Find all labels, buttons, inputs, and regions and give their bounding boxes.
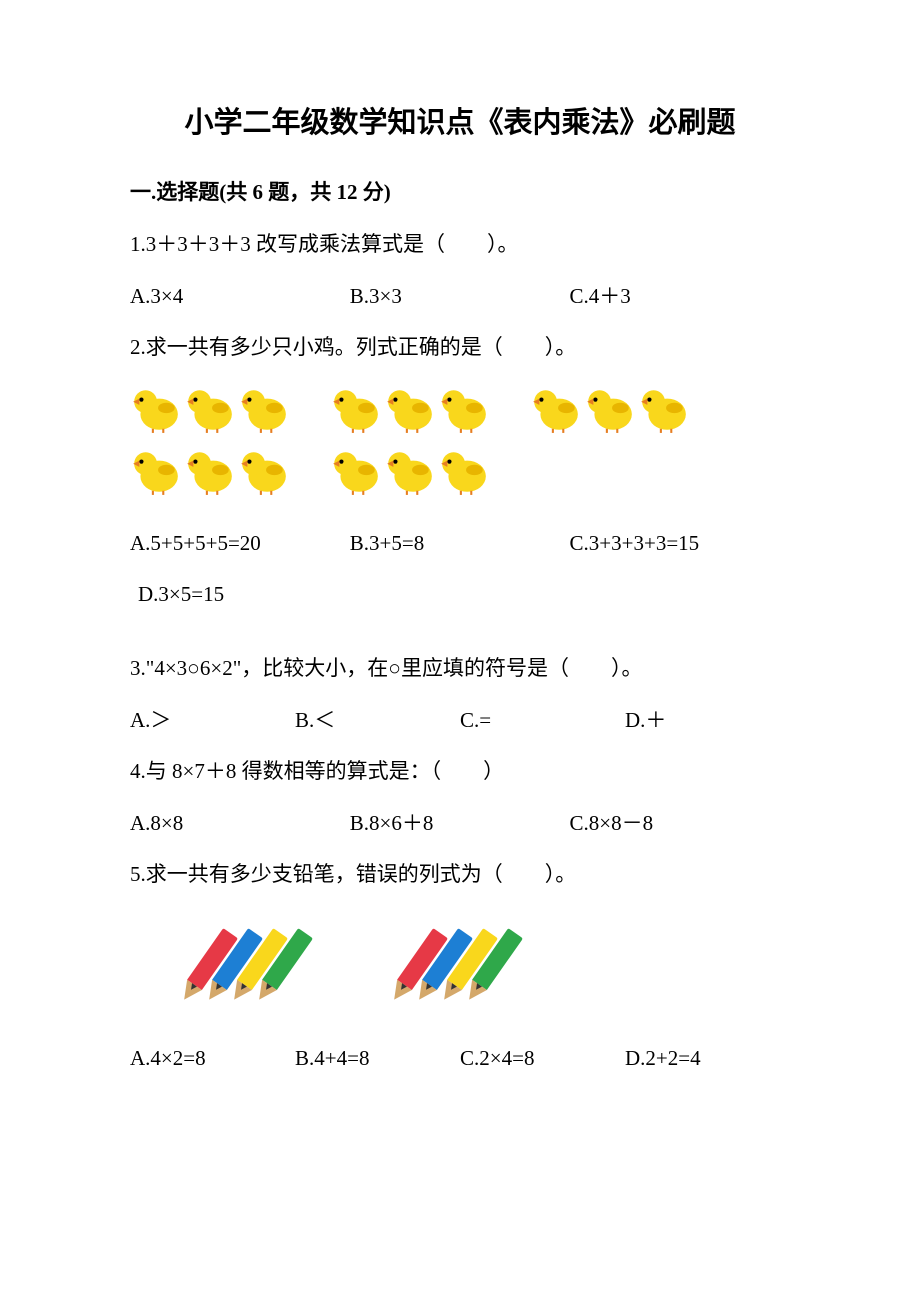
chick-group — [530, 383, 690, 435]
chick-icon — [238, 383, 290, 435]
chick-icon — [330, 445, 382, 497]
chicks-illustration — [130, 383, 790, 497]
pencil-group — [150, 917, 300, 1007]
pencil-group — [360, 917, 510, 1007]
q3-option-d: D.＋ — [625, 704, 790, 738]
question-1-text: 1.3＋3＋3＋3 改写成乘法算式是（ ）。 — [130, 228, 790, 262]
question-2-text: 2.求一共有多少只小鸡。列式正确的是（ ）。 — [130, 331, 790, 365]
q2-option-a: A.5+5+5+5=20 — [130, 527, 350, 561]
question-4-options: A.8×8 B.8×6＋8 C.8×8－8 — [130, 807, 790, 841]
chick-icon — [530, 383, 582, 435]
q3-option-b: B.＜ — [295, 704, 460, 738]
q5-option-d: D.2+2=4 — [625, 1042, 790, 1076]
chick-icon — [438, 445, 490, 497]
chick-group — [330, 445, 490, 497]
question-3-options: A.＞ B.＜ C.= D.＋ — [130, 704, 790, 738]
q4-option-a: A.8×8 — [130, 807, 350, 841]
chick-icon — [130, 445, 182, 497]
chick-group — [330, 383, 490, 435]
q2-option-b: B.3+5=8 — [350, 527, 570, 561]
chick-icon — [330, 383, 382, 435]
q1-option-b: B.3×3 — [350, 280, 570, 314]
q3-option-c: C.= — [460, 704, 625, 738]
q2-option-c: C.3+3+3+3=15 — [570, 527, 790, 561]
chick-icon — [184, 383, 236, 435]
chick-group — [130, 383, 290, 435]
chick-icon — [184, 445, 236, 497]
chick-icon — [130, 383, 182, 435]
chick-icon — [384, 383, 436, 435]
chick-group — [130, 445, 290, 497]
q1-option-c: C.4＋3 — [570, 280, 790, 314]
q1-option-a: A.3×4 — [130, 280, 350, 314]
question-4-text: 4.与 8×7＋8 得数相等的算式是：（ ） — [130, 755, 790, 789]
q5-option-a: A.4×2=8 — [130, 1042, 295, 1076]
section-header: 一.选择题(共 6 题，共 12 分) — [130, 176, 790, 210]
question-2-options-abc: A.5+5+5+5=20 B.3+5=8 C.3+3+3+3=15 — [130, 527, 790, 561]
q5-option-b: B.4+4=8 — [295, 1042, 460, 1076]
chick-icon — [638, 383, 690, 435]
q4-option-b: B.8×6＋8 — [350, 807, 570, 841]
q2-option-d: D.3×5=15 — [130, 578, 790, 612]
question-3-text: 3."4×3○6×2"，比较大小，在○里应填的符号是（ ）。 — [130, 652, 790, 686]
q4-option-c: C.8×8－8 — [570, 807, 790, 841]
chick-icon — [238, 445, 290, 497]
question-5-options: A.4×2=8 B.4+4=8 C.2×4=8 D.2+2=4 — [130, 1042, 790, 1076]
question-1-options: A.3×4 B.3×3 C.4＋3 — [130, 280, 790, 314]
pencils-illustration — [150, 917, 790, 1007]
chick-icon — [384, 445, 436, 497]
question-5-text: 5.求一共有多少支铅笔，错误的列式为（ ）。 — [130, 858, 790, 892]
chick-icon — [584, 383, 636, 435]
q3-option-a: A.＞ — [130, 704, 295, 738]
page-title: 小学二年级数学知识点《表内乘法》必刷题 — [130, 100, 790, 146]
chick-icon — [438, 383, 490, 435]
q5-option-c: C.2×4=8 — [460, 1042, 625, 1076]
